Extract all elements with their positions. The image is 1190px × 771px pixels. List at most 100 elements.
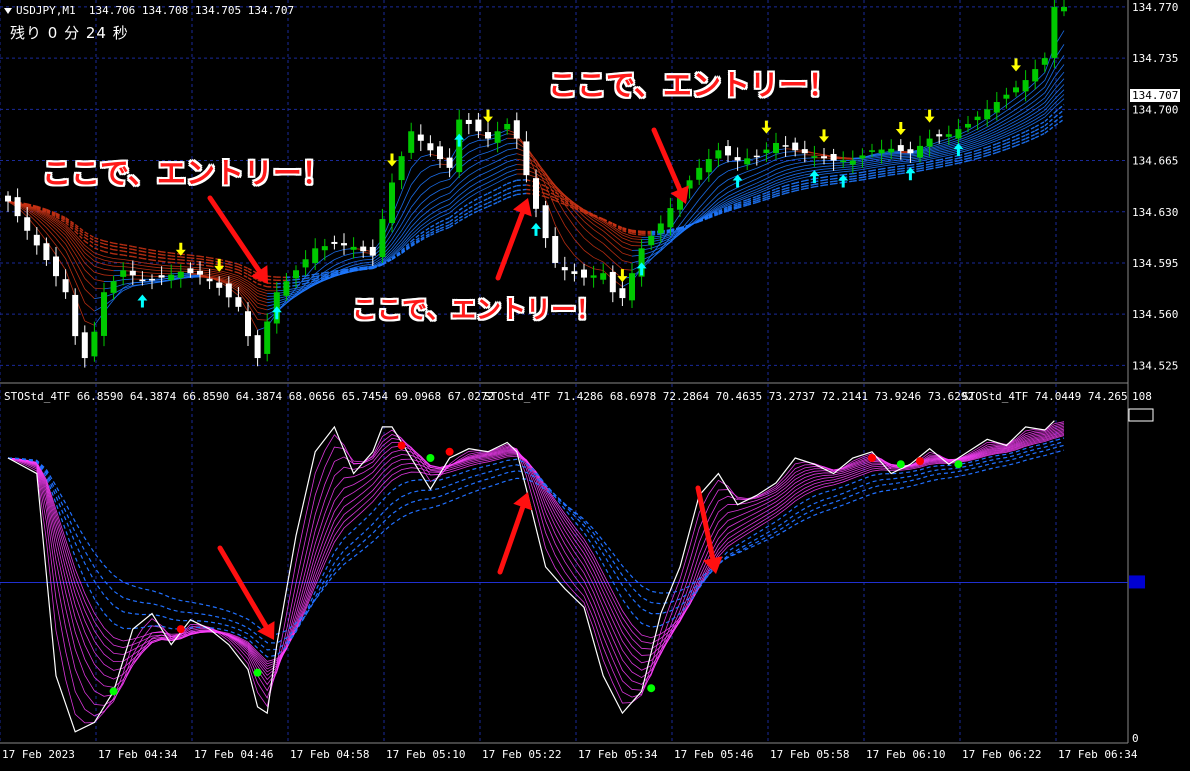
ma-ribbon-segment <box>632 236 642 237</box>
ma-ribbon-segment <box>843 165 853 166</box>
ma-ribbon-segment <box>469 176 479 182</box>
stoch-arrow-1 <box>220 548 266 626</box>
ma-ribbon-segment <box>66 259 76 281</box>
ma-ribbon-segment <box>258 291 268 294</box>
ma-ribbon-segment <box>834 172 844 173</box>
ma-ribbon-segment <box>718 196 728 202</box>
ma-ribbon-segment <box>901 159 911 160</box>
candle-body <box>341 243 347 245</box>
ma-ribbon-segment <box>901 163 911 164</box>
ma-ribbon-segment <box>699 197 709 208</box>
time-tick-label: 17 Feb 04:46 <box>194 748 273 761</box>
ma-ribbon-segment <box>181 260 191 261</box>
ma-ribbon-segment <box>680 212 690 225</box>
buy-arrow-icon <box>454 134 464 147</box>
price-tick-label: 134.665 <box>1132 155 1178 168</box>
ma-ribbon-segment <box>891 158 901 159</box>
ma-ribbon-segment <box>747 168 757 171</box>
candle-body <box>235 297 241 307</box>
ma-ribbon-segment <box>920 167 930 169</box>
candle-body <box>792 143 798 151</box>
ma-ribbon-segment <box>786 168 796 171</box>
ma-ribbon-segment <box>565 225 575 239</box>
current-price-badge: 134.707 <box>1130 89 1180 102</box>
time-tick-label: 17 Feb 04:34 <box>98 748 178 761</box>
ma-ribbon-segment <box>997 132 1007 136</box>
ma-ribbon-segment <box>882 161 892 162</box>
candle-body <box>360 247 366 252</box>
ma-ribbon-segment <box>210 271 220 273</box>
ma-ribbon-segment <box>162 265 172 266</box>
ma-ribbon-segment <box>507 186 517 189</box>
ma-ribbon-segment <box>891 174 901 175</box>
candle-body <box>82 332 88 358</box>
candle-body <box>34 235 40 246</box>
ma-ribbon-segment <box>56 233 66 244</box>
candle-body <box>101 292 107 336</box>
candle-body <box>1042 58 1048 65</box>
candle-body <box>1003 95 1009 99</box>
ma-ribbon-segment <box>258 320 268 321</box>
candle-body <box>994 102 1000 113</box>
ma-ribbon-segment <box>853 168 863 169</box>
candle-body <box>5 196 11 202</box>
ma-ribbon-segment <box>123 267 133 268</box>
sell-arrow-icon <box>1011 58 1021 71</box>
ma-ribbon-segment <box>882 173 892 175</box>
candle-body <box>907 149 913 153</box>
ma-ribbon-segment <box>133 284 143 285</box>
ma-ribbon-segment <box>123 245 133 247</box>
dropdown-triangle-icon[interactable] <box>4 8 12 14</box>
ma-ribbon-segment <box>440 199 450 203</box>
ma-ribbon-segment <box>440 179 450 182</box>
stoch-up-dot <box>110 687 118 695</box>
ma-ribbon-segment <box>507 190 517 193</box>
sell-arrow-icon <box>819 129 829 142</box>
ma-ribbon-segment <box>968 150 978 153</box>
candle-body <box>946 134 952 137</box>
ma-ribbon-segment <box>978 135 988 139</box>
candle-body <box>648 236 654 245</box>
ma-ribbon-segment <box>440 204 450 208</box>
ma-ribbon-segment <box>488 182 498 187</box>
candle-body <box>53 257 59 277</box>
time-tick-label: 17 Feb 2023 <box>2 748 75 761</box>
candle-body <box>466 120 472 124</box>
ma-ribbon-segment <box>891 153 901 154</box>
ma-ribbon-segment <box>430 164 440 166</box>
ma-ribbon-segment <box>824 176 834 177</box>
ma-ribbon-segment <box>651 245 661 248</box>
entry-annotation-1: ここで、エントリー！ <box>42 150 331 192</box>
ma-ribbon-segment <box>133 249 143 251</box>
ma-ribbon-segment <box>603 243 613 252</box>
candle-body <box>783 145 789 147</box>
ma-ribbon-segment <box>498 162 508 167</box>
ma-ribbon-segment <box>133 264 143 266</box>
candle-body <box>936 134 942 136</box>
ma-ribbon-segment <box>498 177 508 182</box>
candle-body <box>427 143 433 150</box>
ma-ribbon-segment <box>1016 97 1026 104</box>
ma-ribbon-segment <box>1035 107 1045 113</box>
ma-ribbon-segment <box>872 174 882 176</box>
time-tick-label: 17 Feb 05:10 <box>386 748 465 761</box>
ma-ribbon-segment <box>891 171 901 172</box>
ma-ribbon-segment <box>104 244 114 246</box>
ma-ribbon-segment <box>430 173 440 177</box>
candle-body <box>581 270 587 278</box>
candle-body <box>91 332 97 357</box>
ma-ribbon-segment <box>594 246 604 252</box>
ma-ribbon-segment <box>843 167 853 168</box>
candle-body <box>1023 80 1029 91</box>
candle-body <box>303 259 309 267</box>
ma-ribbon-segment <box>114 243 124 245</box>
ma-ribbon-segment <box>123 260 133 261</box>
ma-ribbon-segment <box>757 164 767 168</box>
ma-ribbon-segment <box>123 279 133 280</box>
ma-ribbon-segment <box>190 264 200 265</box>
ma-ribbon-segment <box>229 270 239 273</box>
ma-ribbon-segment <box>814 169 824 170</box>
ma-ribbon-segment <box>834 165 844 166</box>
ma-ribbon-segment <box>786 174 796 177</box>
ma-ribbon-segment <box>440 193 450 197</box>
